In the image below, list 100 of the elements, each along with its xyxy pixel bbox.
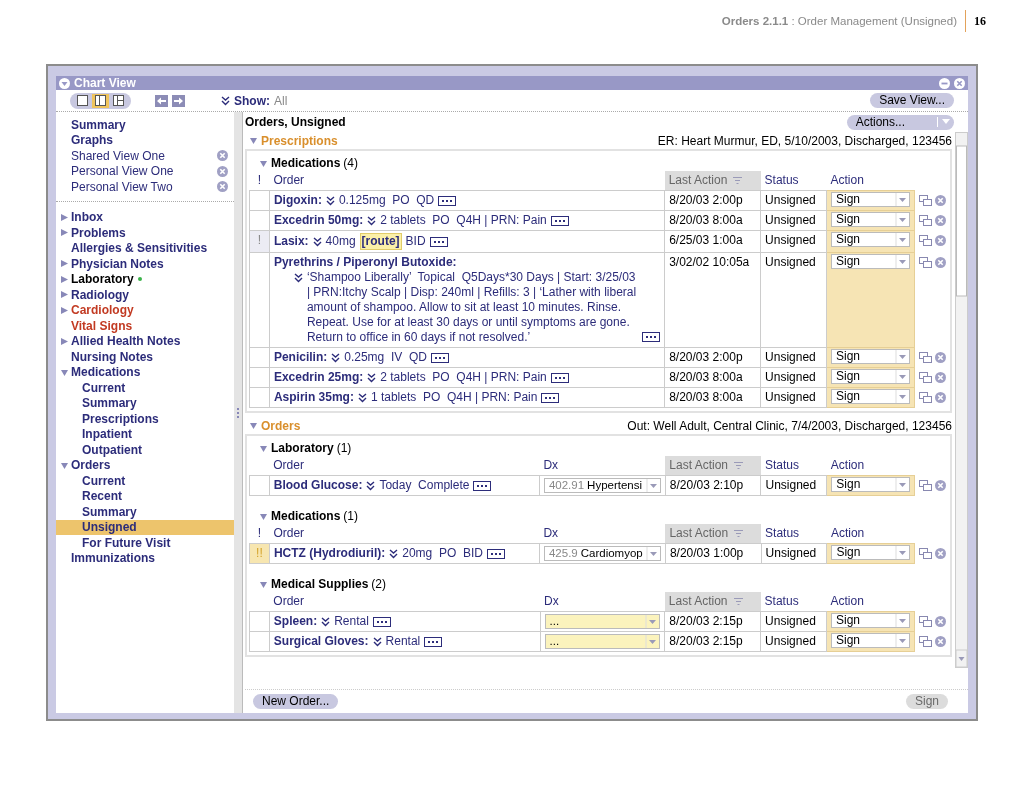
collapse-icon[interactable] — [60, 367, 69, 377]
remove-icon[interactable] — [934, 615, 946, 627]
more-icon[interactable] — [486, 548, 505, 559]
diagnosis-dropdown[interactable]: ... — [544, 614, 661, 629]
duplicate-icon[interactable] — [918, 256, 932, 268]
action-dropdown[interactable]: Sign — [831, 613, 910, 628]
column-header[interactable]: Action — [830, 594, 910, 609]
splitter-handle[interactable] — [234, 112, 243, 713]
show-filter[interactable]: Show: All — [221, 91, 288, 110]
expand-icon[interactable] — [60, 212, 69, 222]
expand-icon[interactable] — [60, 274, 69, 284]
column-header[interactable]: Dx — [543, 458, 662, 473]
remove-icon[interactable] — [217, 150, 228, 162]
collapse-icon[interactable] — [249, 421, 258, 430]
remove-icon[interactable] — [934, 234, 946, 246]
action-dropdown[interactable]: Sign — [831, 477, 910, 492]
column-header[interactable]: Order — [273, 173, 661, 188]
column-header[interactable]: Status — [765, 526, 823, 541]
collapse-icon[interactable] — [60, 460, 69, 470]
diagnosis-dropdown[interactable]: 402.91 Hypertensi — [543, 478, 661, 493]
action-dropdown[interactable]: Sign — [830, 349, 910, 364]
collapse-icon[interactable] — [249, 136, 258, 145]
remove-icon[interactable] — [934, 635, 946, 647]
action-dropdown[interactable]: Sign — [830, 254, 910, 269]
new-order-button[interactable]: New Order... — [253, 694, 339, 709]
duplicate-icon[interactable] — [918, 194, 932, 206]
duplicate-icon[interactable] — [918, 547, 932, 559]
more-icon[interactable] — [429, 236, 448, 247]
remove-icon[interactable] — [934, 194, 946, 206]
layout-button[interactable] — [74, 93, 91, 108]
more-icon[interactable] — [473, 480, 492, 491]
remove-icon[interactable] — [934, 547, 946, 559]
duplicate-icon[interactable] — [918, 479, 932, 491]
sort-icon[interactable] — [733, 598, 743, 605]
remove-icon[interactable] — [934, 391, 946, 403]
action-dropdown[interactable]: Sign — [830, 192, 910, 207]
sidebar-item[interactable]: Unsigned — [56, 519, 234, 535]
scrollbar[interactable] — [955, 132, 968, 668]
more-icon[interactable] — [372, 616, 391, 627]
remove-icon[interactable] — [934, 214, 946, 226]
sidebar-view-link[interactable]: Summary — [71, 115, 228, 134]
duplicate-icon[interactable] — [918, 371, 932, 383]
action-dropdown[interactable]: Sign — [831, 633, 910, 648]
diagnosis-dropdown[interactable]: ... — [544, 634, 661, 649]
sort-icon[interactable] — [734, 530, 744, 537]
duplicate-icon[interactable] — [918, 615, 932, 627]
layout-button[interactable] — [92, 93, 109, 108]
back-button[interactable] — [155, 94, 168, 107]
column-header[interactable]: Action — [830, 173, 910, 188]
sort-icon[interactable] — [734, 462, 743, 469]
sort-icon[interactable] — [733, 177, 743, 184]
collapse-icon[interactable] — [259, 511, 268, 521]
missing-field[interactable]: [route] — [359, 233, 402, 250]
column-header[interactable]: Action — [830, 458, 911, 473]
remove-icon[interactable] — [934, 351, 946, 363]
sidebar-item[interactable]: Immunizations — [71, 549, 155, 568]
remove-icon[interactable] — [217, 165, 228, 177]
order-name[interactable]: Penicilin: — [273, 350, 328, 365]
expand-icon[interactable] — [60, 228, 69, 238]
more-icon[interactable] — [430, 352, 449, 363]
more-icon[interactable] — [550, 215, 569, 226]
column-header[interactable]: Status — [764, 173, 823, 188]
column-header[interactable]: Order — [273, 526, 536, 541]
more-icon[interactable] — [438, 195, 457, 206]
remove-icon[interactable] — [217, 181, 228, 193]
remove-icon[interactable] — [934, 256, 946, 268]
expand-icon[interactable] — [60, 290, 69, 300]
column-header[interactable]: Status — [764, 594, 823, 609]
column-header[interactable]: Status — [765, 458, 823, 473]
order-name[interactable]: Pyrethrins / Piperonyl Butoxide: — [273, 255, 661, 270]
order-name[interactable]: Blood Glucose: — [273, 478, 363, 493]
duplicate-icon[interactable] — [918, 214, 932, 226]
minimize-icon[interactable] — [939, 77, 950, 89]
column-header[interactable]: ! — [253, 526, 266, 541]
duplicate-icon[interactable] — [918, 391, 932, 403]
order-name[interactable]: Excedrin 25mg: — [273, 370, 364, 385]
more-icon[interactable] — [642, 332, 661, 342]
expand-icon[interactable] — [60, 336, 69, 346]
more-icon[interactable] — [424, 636, 443, 647]
column-header[interactable]: Dx — [544, 594, 661, 609]
action-dropdown[interactable]: Sign — [830, 389, 910, 404]
order-name[interactable]: Aspirin 35mg: — [273, 390, 354, 405]
remove-icon[interactable] — [934, 371, 946, 383]
order-name[interactable]: Surgical Gloves: — [273, 634, 369, 649]
collapse-icon[interactable] — [259, 443, 268, 453]
action-dropdown[interactable]: Sign — [831, 545, 910, 560]
actions-dropdown[interactable]: Actions... — [846, 114, 954, 130]
action-dropdown[interactable]: Sign — [830, 369, 910, 384]
duplicate-icon[interactable] — [918, 351, 932, 363]
order-name[interactable]: Spleen: — [273, 614, 318, 629]
collapse-icon[interactable] — [259, 158, 268, 168]
diagnosis-dropdown[interactable]: 425.9 Cardiomyop — [543, 546, 661, 561]
sidebar-item[interactable]: For Future Visit — [82, 533, 171, 552]
action-dropdown[interactable]: Sign — [830, 232, 910, 247]
order-name[interactable]: Excedrin 50mg: — [273, 213, 364, 228]
order-name[interactable]: HCTZ (Hydrodiuril): — [273, 546, 386, 561]
expand-icon[interactable] — [60, 259, 69, 269]
duplicate-icon[interactable] — [918, 635, 932, 647]
collapse-icon[interactable] — [259, 579, 268, 589]
more-icon[interactable] — [541, 392, 560, 403]
